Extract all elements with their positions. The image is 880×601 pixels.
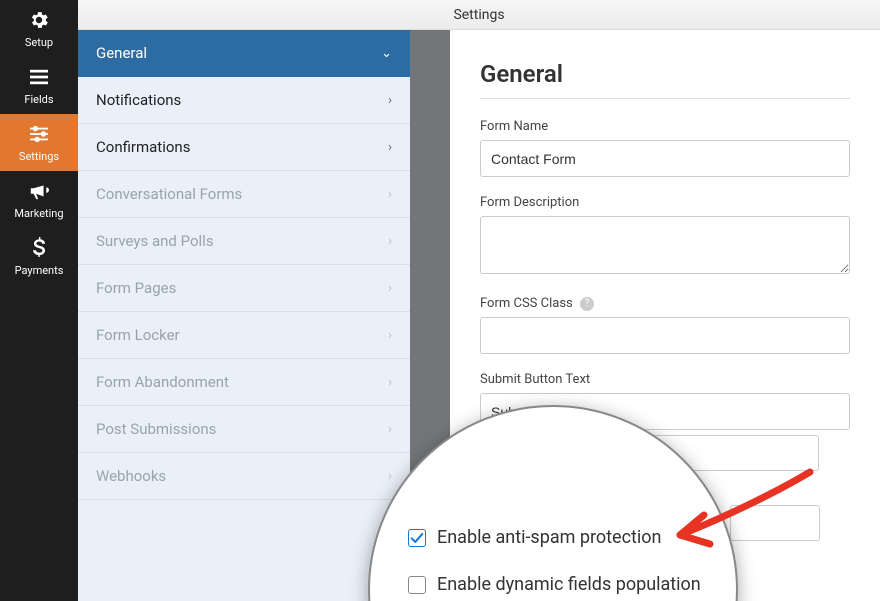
label-form-name: Form Name bbox=[480, 119, 850, 134]
input-form-name[interactable] bbox=[480, 140, 850, 177]
chevron-right-icon: › bbox=[388, 234, 392, 249]
input-form-css-class[interactable] bbox=[480, 317, 850, 354]
settings-nav-item-notifications[interactable]: Notifications › bbox=[78, 77, 410, 124]
settings-nav-label: Notifications bbox=[96, 91, 181, 109]
settings-nav-item-form-pages[interactable]: Form Pages › bbox=[78, 265, 410, 312]
checkbox-label-anti-spam: Enable anti-spam protection bbox=[437, 527, 662, 548]
panel-heading: General bbox=[480, 60, 850, 88]
chevron-right-icon: › bbox=[388, 187, 392, 202]
rail-item-settings[interactable]: Settings bbox=[0, 114, 78, 171]
chevron-right-icon: › bbox=[388, 328, 392, 343]
rail-item-setup[interactable]: Setup bbox=[0, 0, 78, 57]
settings-nav-item-post-submissions[interactable]: Post Submissions › bbox=[78, 406, 410, 453]
settings-nav-label: Form Pages bbox=[96, 279, 176, 297]
field-form-css-class: Form CSS Class ? bbox=[480, 296, 850, 354]
rail-label: Marketing bbox=[14, 207, 63, 220]
list-icon bbox=[28, 65, 50, 89]
label-form-css-class: Form CSS Class ? bbox=[480, 296, 850, 311]
chevron-right-icon: › bbox=[388, 93, 392, 108]
checkbox-icon bbox=[408, 529, 426, 547]
chevron-right-icon: › bbox=[388, 375, 392, 390]
bullhorn-icon bbox=[28, 179, 50, 203]
chevron-right-icon: › bbox=[388, 469, 392, 484]
topbar: Settings bbox=[78, 0, 880, 30]
dollar-icon bbox=[32, 236, 46, 260]
settings-nav-item-conversational-forms[interactable]: Conversational Forms › bbox=[78, 171, 410, 218]
settings-nav-label: Form Locker bbox=[96, 326, 180, 344]
settings-nav-item-surveys-polls[interactable]: Surveys and Polls › bbox=[78, 218, 410, 265]
field-form-name: Form Name bbox=[480, 119, 850, 177]
rail-label: Fields bbox=[24, 93, 53, 106]
settings-nav-item-general[interactable]: General ⌄ bbox=[78, 30, 410, 77]
settings-nav-label: Conversational Forms bbox=[96, 185, 242, 203]
settings-nav-label: Post Submissions bbox=[96, 420, 216, 438]
rail-label: Setup bbox=[25, 36, 53, 49]
divider bbox=[480, 98, 850, 99]
chevron-right-icon: › bbox=[388, 422, 392, 437]
sliders-icon bbox=[28, 122, 50, 146]
settings-nav-item-form-abandonment[interactable]: Form Abandonment › bbox=[78, 359, 410, 406]
topbar-title: Settings bbox=[453, 7, 504, 23]
rail-item-payments[interactable]: Payments bbox=[0, 228, 78, 285]
field-form-description: Form Description bbox=[480, 195, 850, 278]
checkbox-icon bbox=[408, 576, 426, 594]
label-form-description: Form Description bbox=[480, 195, 850, 210]
rail-item-marketing[interactable]: Marketing bbox=[0, 171, 78, 228]
label-submit-button-text: Submit Button Text bbox=[480, 372, 850, 387]
rail-label: Settings bbox=[19, 150, 59, 163]
settings-nav-item-form-locker[interactable]: Form Locker › bbox=[78, 312, 410, 359]
settings-nav-label: General bbox=[96, 44, 147, 62]
chevron-right-icon: › bbox=[388, 140, 392, 155]
input-partial-box[interactable] bbox=[730, 505, 820, 541]
settings-nav-label: Form Abandonment bbox=[96, 373, 229, 391]
settings-nav-label: Confirmations bbox=[96, 138, 190, 156]
rail-item-fields[interactable]: Fields bbox=[0, 57, 78, 114]
settings-nav: General ⌄ Notifications › Confirmations … bbox=[78, 30, 410, 601]
app-rail: Setup Fields Settings Marketing Payments bbox=[0, 0, 78, 601]
gear-icon bbox=[28, 8, 50, 32]
rail-label: Payments bbox=[15, 264, 64, 277]
settings-nav-label: Surveys and Polls bbox=[96, 232, 214, 250]
settings-nav-label: Webhooks bbox=[96, 467, 166, 485]
checkbox-label-dynamic-fields: Enable dynamic fields population bbox=[437, 574, 701, 595]
settings-nav-item-confirmations[interactable]: Confirmations › bbox=[78, 124, 410, 171]
settings-nav-item-webhooks[interactable]: Webhooks › bbox=[78, 453, 410, 500]
help-icon[interactable]: ? bbox=[580, 297, 594, 311]
textarea-form-description[interactable] bbox=[480, 216, 850, 274]
checkbox-row-dynamic-fields[interactable]: Enable dynamic fields population bbox=[408, 574, 701, 595]
chevron-down-icon: ⌄ bbox=[381, 46, 392, 61]
checkbox-row-anti-spam[interactable]: Enable anti-spam protection bbox=[408, 527, 662, 548]
chevron-right-icon: › bbox=[388, 281, 392, 296]
